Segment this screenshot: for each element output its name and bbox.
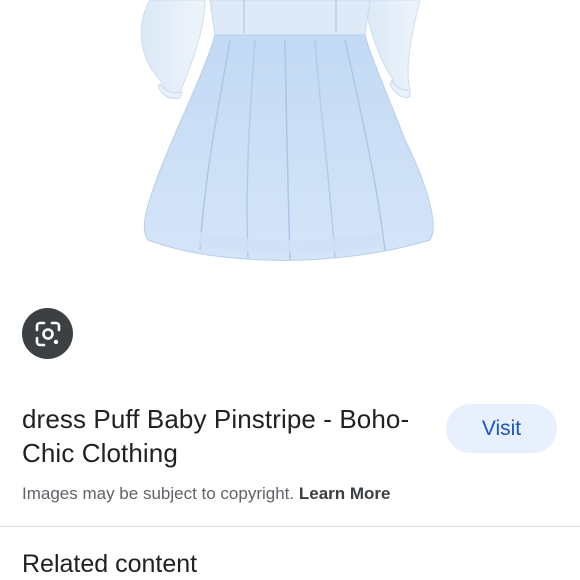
learn-more-link[interactable]: Learn More — [299, 484, 391, 503]
lens-search-button[interactable] — [22, 308, 73, 359]
related-content-heading: Related content — [22, 550, 198, 578]
copyright-text: Images may be subject to copyright. — [22, 484, 295, 503]
lens-icon — [35, 321, 60, 346]
visit-button[interactable]: Visit — [446, 404, 557, 453]
result-title[interactable]: dress Puff Baby Pinstripe - Boho-Chic Cl… — [22, 402, 422, 470]
copyright-notice: Images may be subject to copyright. Lear… — [22, 484, 391, 504]
image-result-page: dress Puff Baby Pinstripe - Boho-Chic Cl… — [0, 0, 580, 580]
product-image[interactable] — [0, 0, 580, 300]
dress-image — [140, 0, 434, 261]
section-divider — [0, 526, 580, 527]
